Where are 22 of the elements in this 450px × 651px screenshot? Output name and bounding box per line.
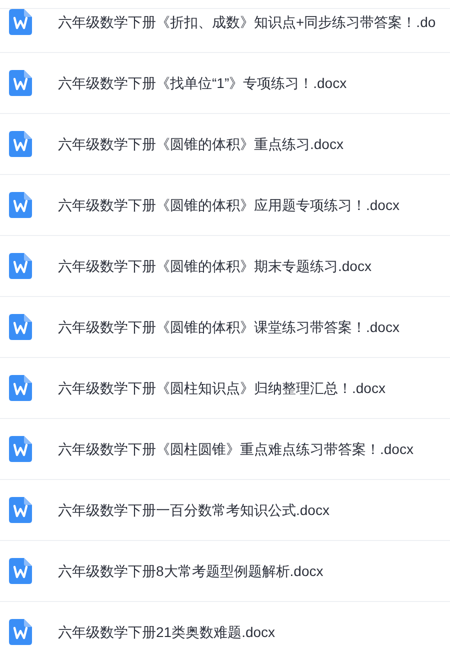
word-document-icon [9, 131, 32, 157]
word-document-icon [9, 558, 32, 584]
word-document-icon [9, 314, 32, 340]
file-name[interactable]: 六年级数学下册21类奥数难题.docx [58, 622, 276, 642]
file-name[interactable]: 六年级数学下册《圆锥的体积》应用题专项练习！.docx [58, 194, 400, 216]
file-name[interactable]: 六年级数学下册《折扣、成数》知识点+同步练习带答案！.do [58, 12, 436, 32]
word-document-icon [9, 9, 32, 35]
word-document-icon [9, 192, 32, 218]
word-document-icon [9, 619, 32, 645]
word-document-icon [9, 497, 32, 523]
file-name[interactable]: 六年级数学下册《找单位“1”》专项练习！.docx [58, 72, 347, 94]
word-document-icon [9, 253, 32, 279]
file-name[interactable]: 六年级数学下册《圆锥的体积》期末专题练习.docx [58, 256, 372, 276]
file-name[interactable]: 六年级数学下册一百分数常考知识公式.docx [58, 500, 330, 520]
word-document-icon [9, 436, 32, 462]
word-document-icon [9, 375, 32, 401]
file-name[interactable]: 六年级数学下册《圆锥的体积》课堂练习带答案！.docx [58, 316, 400, 338]
file-name[interactable]: 六年级数学下册《圆柱圆锥》重点难点练习带答案！.docx [58, 438, 414, 460]
file-name[interactable]: 六年级数学下册《圆柱知识点》归纳整理汇总！.docx [58, 378, 386, 398]
file-name[interactable]: 六年级数学下册《圆锥的体积》重点练习.docx [58, 134, 344, 154]
file-name[interactable]: 六年级数学下册8大常考题型例题解析.docx [58, 560, 324, 582]
word-document-icon [9, 70, 32, 96]
